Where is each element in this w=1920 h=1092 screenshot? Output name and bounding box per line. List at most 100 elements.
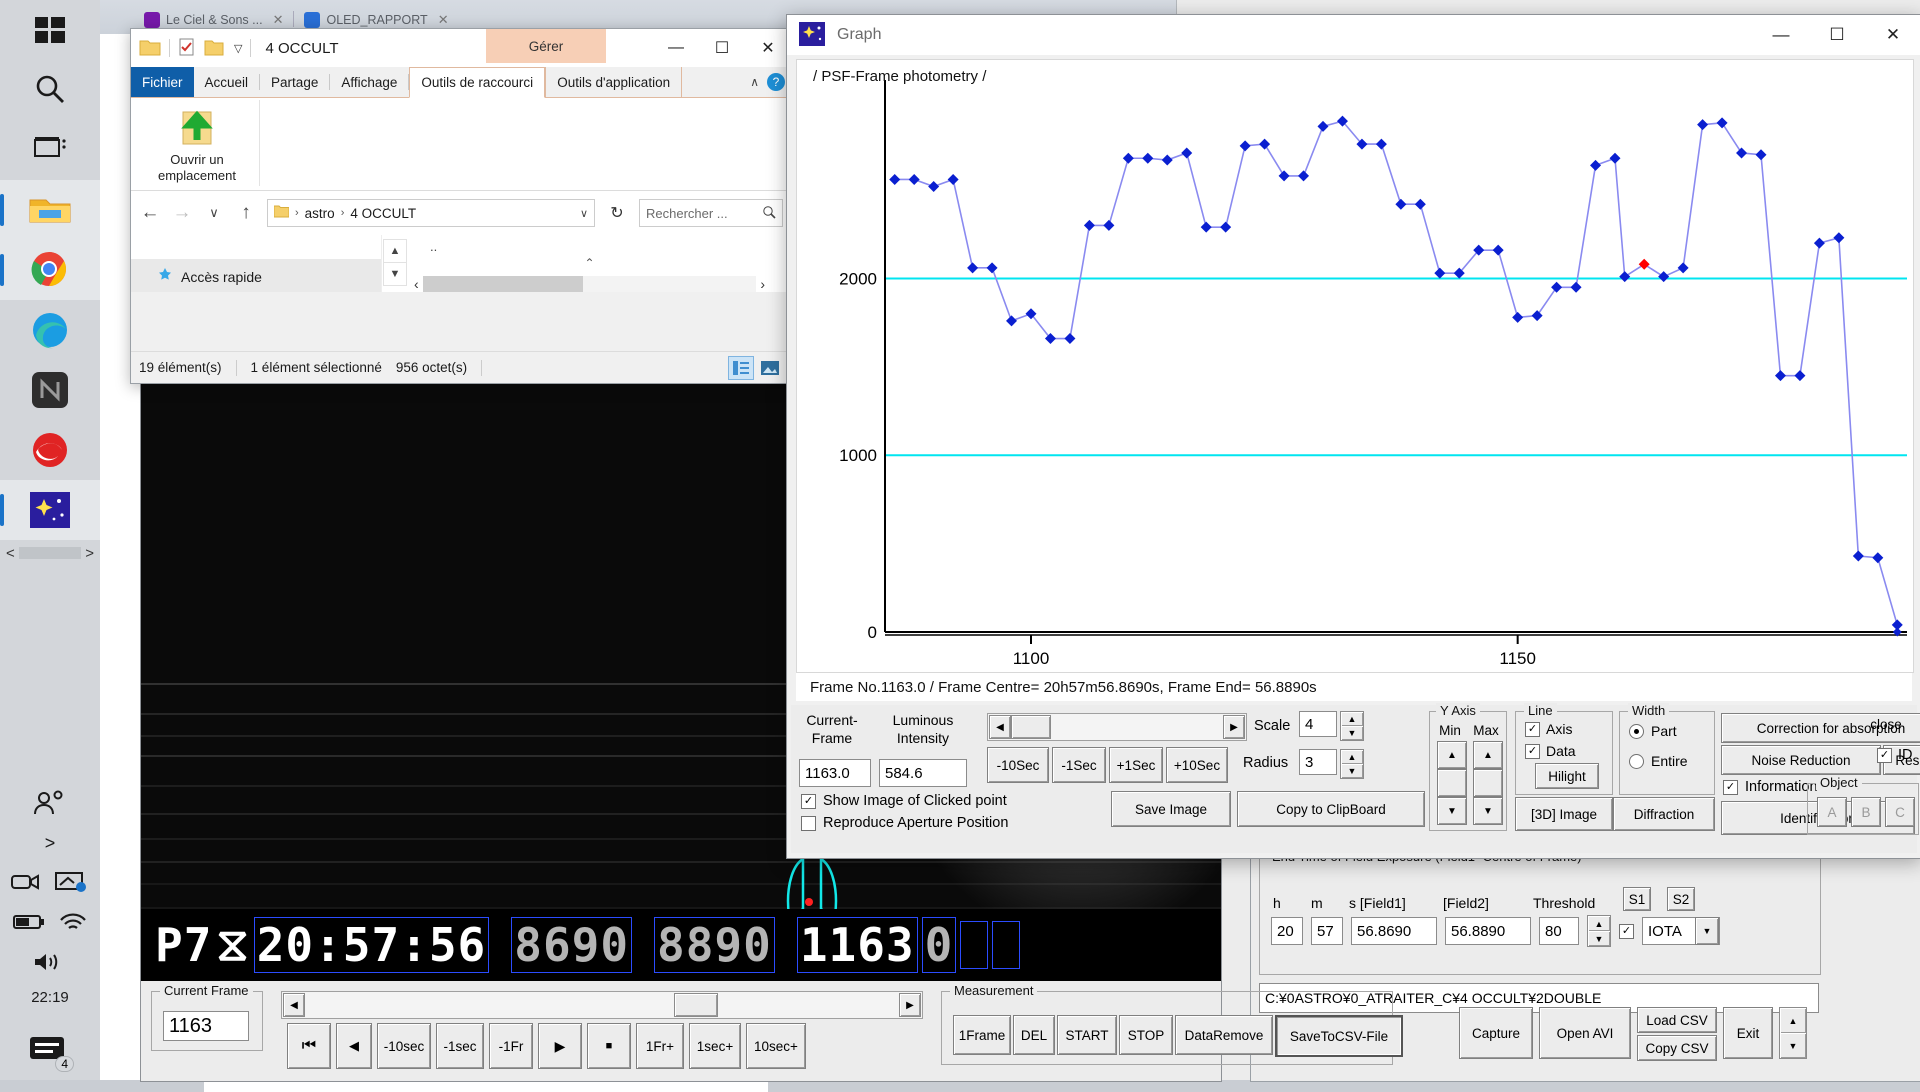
- explorer-window-buttons[interactable]: — ☐ ✕: [653, 29, 791, 67]
- scroll-left-icon[interactable]: ◀: [283, 993, 305, 1017]
- minus-1sec-button[interactable]: -1sec: [436, 1023, 484, 1069]
- explorer-ribbon-tabs[interactable]: Fichier Accueil Partage Affichage Outils…: [131, 67, 791, 98]
- luminous-intensity-input[interactable]: 584.6: [879, 759, 967, 787]
- exit-button[interactable]: Exit: [1723, 1007, 1773, 1059]
- information-checkbox[interactable]: ✓: [1723, 779, 1738, 795]
- scrollbar-thumb[interactable]: [674, 993, 718, 1017]
- y-min-stepper[interactable]: ▲ ▼: [1437, 741, 1467, 825]
- chevron-down-icon[interactable]: ∨: [580, 207, 588, 220]
- rewind-to-start-button[interactable]: ⏮: [287, 1023, 331, 1069]
- forward-button[interactable]: →: [171, 202, 193, 224]
- camera-icon[interactable]: [11, 872, 41, 895]
- thumbnail-view-icon[interactable]: [757, 356, 783, 380]
- close-button[interactable]: ✕: [1865, 15, 1920, 55]
- width-entire-radio-row[interactable]: Entire: [1629, 753, 1688, 769]
- minute-input[interactable]: 57: [1311, 917, 1343, 945]
- width-part-radio-row[interactable]: Part: [1629, 723, 1677, 739]
- chrome-button[interactable]: [0, 240, 100, 300]
- tab-fichier[interactable]: Fichier: [131, 67, 194, 97]
- notifications-button[interactable]: 4: [0, 1020, 100, 1080]
- scroll-up-icon[interactable]: ▲: [383, 239, 407, 262]
- scroll-right-icon[interactable]: ▶: [1223, 715, 1245, 739]
- information-checkbox-row[interactable]: ✓ Information: [1723, 779, 1818, 795]
- chevron-right-icon[interactable]: >: [45, 833, 56, 854]
- y-max-blank[interactable]: [1473, 769, 1503, 797]
- maximize-button[interactable]: ☐: [1809, 15, 1865, 55]
- hilight-button[interactable]: Hilight: [1535, 763, 1599, 789]
- iota-checkbox[interactable]: ✓: [1619, 923, 1634, 939]
- tray-icons-row-2[interactable]: [0, 903, 100, 943]
- tab-partage[interactable]: Partage: [260, 67, 329, 97]
- close-button[interactable]: ✕: [745, 29, 791, 67]
- show-image-checkbox-row[interactable]: ✓ Show Image of Clicked point: [801, 793, 1007, 809]
- y-min-blank[interactable]: [1437, 769, 1467, 797]
- scroll-right-icon[interactable]: >: [85, 545, 94, 562]
- video-stepper[interactable]: ▲ ▼: [1779, 1007, 1807, 1059]
- threshold-stepper[interactable]: ▲ ▼: [1587, 915, 1611, 947]
- id-checkbox-row[interactable]: ✓ ID: [1877, 747, 1913, 763]
- graph-current-frame-input[interactable]: 1163.0: [799, 759, 871, 787]
- task-view-button[interactable]: [0, 120, 100, 180]
- diffraction-button[interactable]: Diffraction: [1613, 797, 1715, 831]
- properties-icon[interactable]: [178, 38, 196, 59]
- minimize-button[interactable]: —: [653, 29, 699, 67]
- field2-input[interactable]: 56.8890: [1445, 917, 1531, 945]
- save-to-csv-button[interactable]: SaveToCSV-File: [1275, 1015, 1403, 1057]
- graph-nav-buttons[interactable]: -10Sec -1Sec +1Sec +10Sec: [987, 747, 1228, 783]
- tab-affichage[interactable]: Affichage: [330, 67, 408, 97]
- close-icon[interactable]: ✕: [273, 12, 284, 28]
- edge-button[interactable]: [0, 300, 100, 360]
- open-location-button[interactable]: Ouvrir un emplacement: [149, 104, 245, 185]
- transport-controls[interactable]: ⏮ ◀ -10sec -1sec -1Fr ▶ ■ 1Fr+ 1sec+ 10s…: [287, 1023, 806, 1069]
- view-mode-buttons[interactable]: [728, 355, 783, 380]
- display-icon[interactable]: [55, 871, 89, 896]
- copy-to-clipboard-button[interactable]: Copy to ClipBoard: [1237, 791, 1425, 827]
- line-data-checkbox[interactable]: ✓: [1525, 743, 1540, 759]
- one-frame-button[interactable]: 1Frame: [953, 1015, 1011, 1055]
- y-max-up-button[interactable]: ▲: [1473, 741, 1503, 769]
- wifi-icon[interactable]: [59, 912, 87, 935]
- scroll-right-icon[interactable]: ▶: [899, 993, 921, 1017]
- back-button[interactable]: ←: [139, 202, 161, 224]
- people-button[interactable]: [0, 783, 100, 823]
- scrollbar-thumb[interactable]: [18, 547, 82, 559]
- nero-app-button[interactable]: [0, 360, 100, 420]
- exposure-values[interactable]: 20 57 56.8690 56.8890 80 ▲ ▼ ✓ IOTA ▼: [1271, 915, 1720, 947]
- scroll-left-icon[interactable]: ‹: [414, 276, 419, 292]
- noise-reduction-button[interactable]: Noise Reduction: [1721, 745, 1881, 775]
- y-min-down-button[interactable]: ▼: [1437, 797, 1467, 825]
- open-avi-button[interactable]: Open AVI: [1539, 1007, 1631, 1059]
- recent-locations-button[interactable]: ∨: [203, 205, 225, 221]
- plus-1sec-button[interactable]: +1Sec: [1109, 747, 1163, 783]
- sidebar-item-acces-rapide[interactable]: Accès rapide: [131, 259, 381, 292]
- tray-overflow-button[interactable]: >: [0, 823, 100, 863]
- chevron-up-icon[interactable]: ⌃: [408, 256, 771, 270]
- explorer-navbar[interactable]: ← → ∨ ↑ › astro › 4 OCCULT ∨ ↻ Recherche…: [131, 191, 791, 235]
- capture-button[interactable]: Capture: [1459, 1007, 1533, 1059]
- copy-csv-button[interactable]: Copy CSV: [1637, 1035, 1717, 1061]
- reproduce-aperture-checkbox-row[interactable]: Reproduce Aperture Position: [801, 815, 1008, 831]
- del-button[interactable]: DEL: [1013, 1015, 1055, 1055]
- breadcrumb-item-4-occult[interactable]: 4 OCCULT: [350, 206, 416, 221]
- radius-input[interactable]: 3: [1299, 749, 1337, 775]
- plus-1frame-button[interactable]: 1Fr+: [636, 1023, 684, 1069]
- start-button[interactable]: [0, 0, 100, 60]
- parent-folder-row[interactable]: ..: [408, 235, 771, 256]
- play-button[interactable]: ▶: [538, 1023, 582, 1069]
- pane-scroll-stepper[interactable]: ▲ ▼: [382, 235, 408, 292]
- video-right-buttons[interactable]: Capture Open AVI Load CSV Copy CSV Exit …: [1459, 1007, 1807, 1061]
- scrollbar-thumb[interactable]: [422, 276, 583, 292]
- csv-buttons[interactable]: Load CSV Copy CSV: [1637, 1007, 1717, 1061]
- search-input[interactable]: Rechercher ...: [639, 199, 783, 227]
- scale-input[interactable]: 4: [1299, 711, 1337, 737]
- chevron-down-icon[interactable]: ▽: [234, 42, 242, 55]
- taskbar-overflow-scroll[interactable]: < >: [0, 540, 100, 566]
- red-swirl-app-button[interactable]: [0, 420, 100, 480]
- scroll-down-icon[interactable]: ▼: [383, 262, 407, 286]
- battery-icon[interactable]: [13, 914, 45, 933]
- load-csv-button[interactable]: Load CSV: [1637, 1007, 1717, 1033]
- show-image-checkbox[interactable]: ✓: [801, 793, 816, 809]
- volume-icon[interactable]: [33, 952, 67, 975]
- video-timeline-scrollbar[interactable]: ◀ ▶: [281, 991, 923, 1019]
- horizontal-scrollbar[interactable]: ‹ ›: [408, 276, 771, 292]
